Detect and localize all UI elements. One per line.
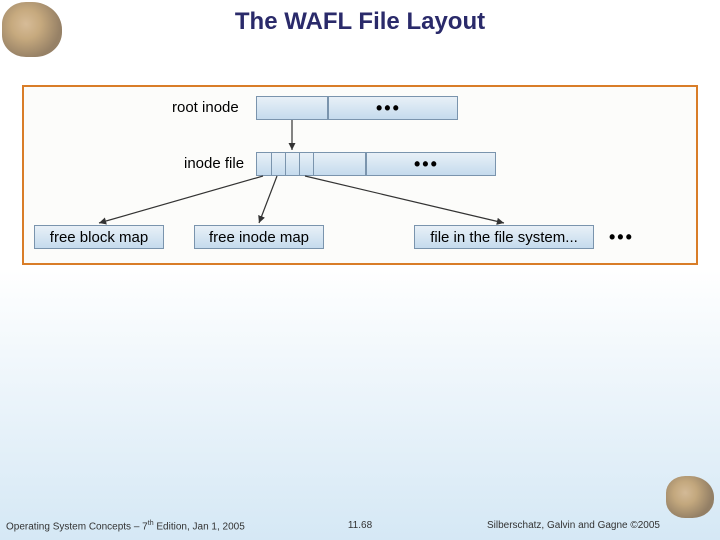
- root-inode-box: [256, 96, 328, 120]
- inode-file-box: [256, 152, 366, 176]
- wafl-diagram: root inode ••• inode file ••• free block…: [22, 85, 698, 265]
- ellipsis-icon: •••: [376, 98, 401, 119]
- footer-right: Silberschatz, Galvin and Gagne ©2005: [487, 520, 660, 531]
- free-block-map-label: free block map: [50, 229, 148, 246]
- free-block-map-box: free block map: [34, 225, 164, 249]
- free-inode-map-label: free inode map: [209, 229, 309, 246]
- ellipsis-icon: •••: [609, 227, 634, 248]
- footer: Operating System Concepts – 7th Edition,…: [0, 520, 720, 536]
- ellipsis-icon: •••: [414, 154, 439, 175]
- free-inode-map-box: free inode map: [194, 225, 324, 249]
- dinosaur-logo-bottom-right: [666, 476, 714, 518]
- footer-left: Operating System Concepts – 7th Edition,…: [6, 520, 245, 532]
- inode-file-label: inode file: [184, 155, 244, 172]
- footer-page-number: 11.68: [348, 520, 372, 531]
- file-in-fs-label: file in the file system...: [430, 229, 578, 246]
- slide-title: The WAFL File Layout: [0, 8, 720, 36]
- root-inode-label: root inode: [172, 99, 239, 116]
- file-in-fs-box: file in the file system...: [414, 225, 594, 249]
